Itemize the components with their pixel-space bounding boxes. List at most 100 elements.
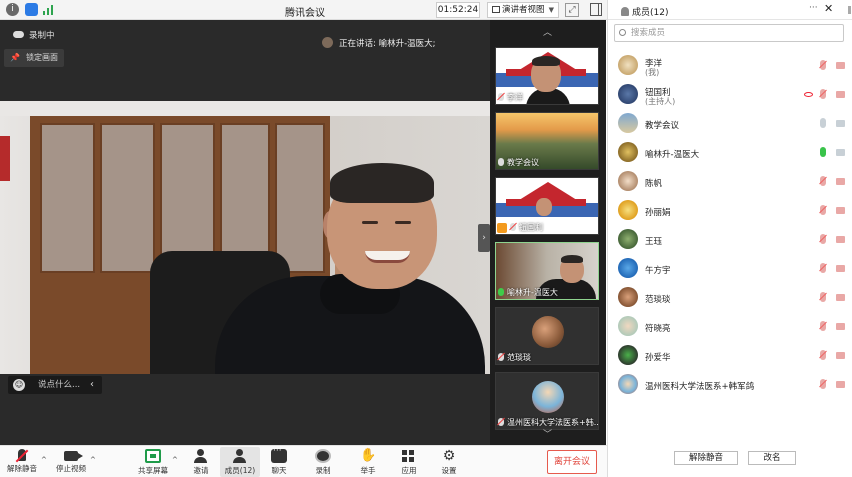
camera-off-icon[interactable] (836, 62, 845, 69)
camera-off-icon[interactable] (836, 207, 845, 214)
member-row[interactable]: 范琰琰 (608, 283, 852, 312)
video-thumbnail[interactable]: 温州医科大学法医系+韩... (495, 372, 599, 430)
view-mode-label: 演讲者视图 (502, 5, 545, 15)
video-thumbnail[interactable]: 李洋 (495, 47, 599, 105)
member-row[interactable]: 孙丽娟 (608, 196, 852, 225)
rename-button[interactable]: 改名 (748, 451, 796, 465)
camera-off-icon[interactable] (836, 323, 845, 330)
members-button[interactable]: 成员(12) (220, 447, 260, 477)
members-panel: 成员(12) ··· ✕ 搜索成员 李洋 (我) 钮国利 (主持人) 教学会议 (607, 0, 852, 477)
video-thumbnail[interactable]: 钮国利 (495, 177, 599, 235)
member-row[interactable]: 孙爱华 (608, 341, 852, 370)
sidebar-toggle-icon[interactable] (590, 3, 602, 16)
avatar (618, 200, 638, 220)
main-speaker-video[interactable] (0, 101, 490, 374)
caret-up-icon[interactable]: ^ (41, 456, 47, 464)
record-label: 录制 (315, 466, 331, 475)
camera-off-icon[interactable] (836, 265, 845, 272)
member-row[interactable]: 温州医科大学法医系+韩军鸽 (608, 370, 852, 399)
caret-up-icon[interactable]: ^ (90, 456, 96, 464)
unmute-all-button[interactable]: 解除静音 (674, 451, 738, 465)
search-placeholder: 搜索成员 (631, 28, 666, 38)
camera-icon (64, 451, 83, 461)
camera-icon[interactable] (836, 120, 845, 127)
speaker-view-icon (492, 6, 500, 13)
lock-view-button[interactable]: 📌 锁定画面 (4, 49, 64, 67)
info-icon[interactable]: i (6, 3, 19, 16)
signal-icon[interactable] (43, 3, 55, 16)
member-row[interactable]: 李洋 (我) (608, 51, 852, 80)
mic-muted-icon[interactable] (820, 321, 826, 331)
chevron-down-icon[interactable]: ﹀ (543, 427, 552, 440)
camera-off-icon[interactable] (836, 178, 845, 185)
leave-meeting-button[interactable]: 离开会议 (547, 450, 597, 474)
close-icon[interactable]: ✕ (824, 2, 833, 15)
mic-muted-icon[interactable] (820, 263, 826, 273)
eye-icon[interactable] (804, 92, 813, 97)
avatar (618, 316, 638, 336)
speaker-avatar (322, 37, 333, 48)
mic-muted-icon (510, 223, 516, 231)
mic-muted-icon[interactable] (820, 60, 826, 70)
chevron-up-icon[interactable]: ︿ (543, 25, 552, 38)
member-row[interactable]: 钮国利 (主持人) (608, 80, 852, 109)
video-thumbnail-active[interactable]: 喻林升-温医大 (495, 242, 599, 300)
camera-off-icon[interactable] (836, 381, 845, 388)
camera-off-icon[interactable] (836, 352, 845, 359)
camera-off-icon[interactable] (836, 236, 845, 243)
mic-muted-icon[interactable] (820, 205, 826, 215)
unmute-button[interactable]: 解除静音 (2, 447, 42, 477)
record-button[interactable]: 录制 (303, 447, 343, 477)
member-row[interactable]: 王珏 (608, 225, 852, 254)
camera-off-icon[interactable] (836, 294, 845, 301)
emoji-icon[interactable]: ☺ (13, 379, 25, 391)
avatar (618, 258, 638, 278)
more-options-icon[interactable]: ··· (809, 3, 818, 13)
collapse-strip-handle[interactable]: › (478, 224, 490, 252)
raise-hand-button[interactable]: ✋ 举手 (348, 447, 388, 477)
apps-button[interactable]: 应用 (389, 447, 429, 477)
participant-avatar (532, 381, 564, 413)
member-row[interactable]: 符晓亮 (608, 312, 852, 341)
mic-muted-icon[interactable] (820, 292, 826, 302)
cloud-icon (13, 31, 24, 38)
invite-label: 邀请 (193, 466, 209, 475)
scrollbar[interactable] (848, 6, 851, 14)
caret-up-icon[interactable]: ^ (172, 456, 178, 464)
chat-button[interactable]: 聊天 (259, 446, 299, 477)
mic-icon[interactable] (820, 118, 826, 128)
member-name: 王珏 (645, 237, 663, 247)
avatar (618, 374, 638, 394)
camera-off-icon[interactable] (836, 91, 845, 98)
mic-muted-icon[interactable] (820, 234, 826, 244)
member-row[interactable]: 教学会议 (608, 109, 852, 138)
thumbnail-name: 喻林升-温医大 (507, 288, 558, 297)
eye (395, 221, 411, 224)
view-mode-dropdown[interactable]: 演讲者视图 ▼ (487, 2, 559, 18)
share-screen-button[interactable]: 共享屏幕 (133, 447, 173, 477)
stop-video-button[interactable]: 停止视频 (51, 447, 91, 477)
chevron-left-icon[interactable]: ‹ (90, 376, 94, 394)
quick-chat-bar[interactable]: ☺ 说点什么... ‹ (8, 376, 102, 394)
participant-face (536, 198, 552, 216)
avatar (618, 345, 638, 365)
mic-muted-icon[interactable] (820, 89, 826, 99)
mic-active-icon (498, 288, 504, 296)
video-thumbnail[interactable]: 范琰琰 (495, 307, 599, 365)
mic-active-icon[interactable] (820, 147, 826, 157)
invite-button[interactable]: 邀请 (181, 447, 221, 477)
member-name: 孙丽娟 (645, 208, 671, 218)
mic-muted-icon[interactable] (820, 350, 826, 360)
settings-button[interactable]: ⚙ 设置 (429, 447, 469, 477)
member-row[interactable]: 陈帆 (608, 167, 852, 196)
shield-icon[interactable] (25, 3, 38, 16)
member-row[interactable]: 喻林升-温医大 (608, 138, 852, 167)
member-row[interactable]: 午方宇 (608, 254, 852, 283)
camera-icon[interactable] (836, 149, 845, 156)
fullscreen-icon[interactable]: ⤢ (565, 3, 579, 17)
mic-muted-icon[interactable] (820, 176, 826, 186)
member-search-input[interactable]: 搜索成员 (614, 24, 844, 42)
chat-input[interactable]: 说点什么... (38, 376, 80, 394)
video-thumbnail[interactable]: 教学会议 (495, 112, 599, 170)
mic-muted-icon[interactable] (820, 379, 826, 389)
